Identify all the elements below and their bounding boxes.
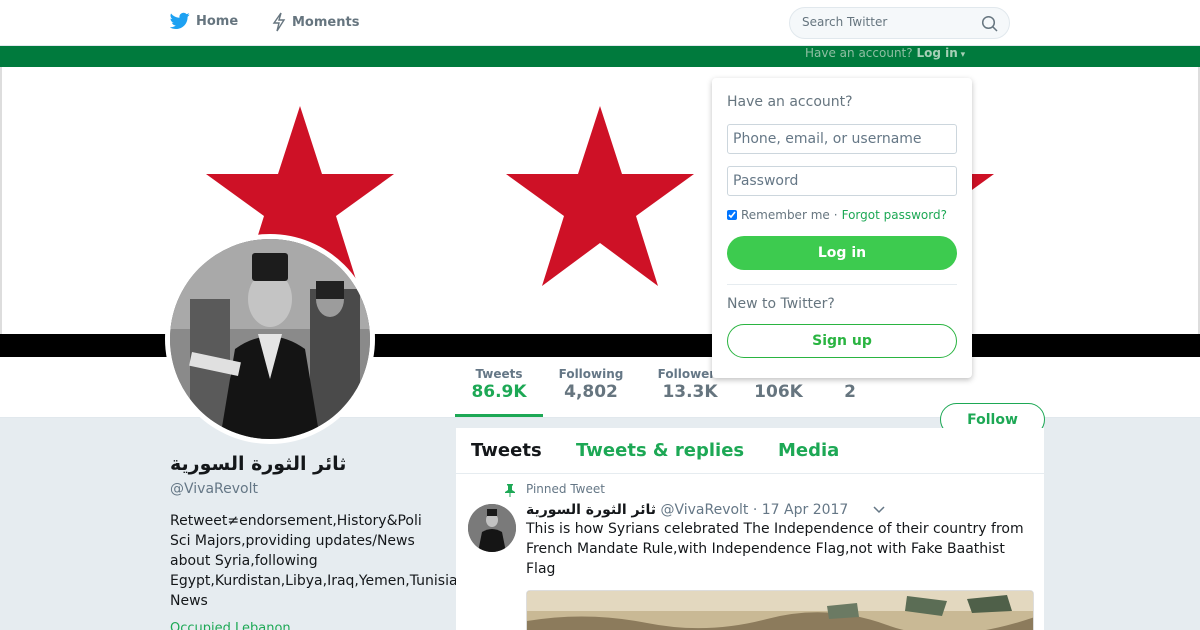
profile-handle: @VivaRevolt <box>170 481 258 497</box>
stat-value: 86.9K <box>471 382 527 402</box>
timeline-tabs: Tweets Tweets & replies Media <box>456 428 1044 474</box>
tweet-date[interactable]: · 17 Apr 2017 <box>753 502 848 518</box>
tweet-header: ثائر الثورة السورية @VivaRevolt · 17 Apr… <box>526 502 848 518</box>
tweet-avatar[interactable] <box>468 504 516 552</box>
remember-row: Remember me · Forgot password? <box>727 208 947 222</box>
profile-bio: Retweet≠endorsement,History&Poli Sci Maj… <box>170 513 545 609</box>
stat-value: 13.3K <box>662 382 718 402</box>
avatar-photo <box>170 239 370 439</box>
lightning-icon <box>272 12 286 32</box>
pin-icon <box>505 484 515 497</box>
new-to-twitter-label: New to Twitter? <box>727 296 835 312</box>
profile-name: ثائر الثورة السورية <box>170 453 347 475</box>
bird-icon <box>170 12 190 30</box>
search-icon[interactable] <box>981 15 999 33</box>
stat-value: 2 <box>844 382 856 402</box>
stat-value: 106K <box>754 382 803 402</box>
avatar-image <box>170 239 370 439</box>
login-title: Have an account? <box>727 94 853 110</box>
nav-home-label: Home <box>196 13 239 29</box>
pinned-label: Pinned Tweet <box>526 482 605 496</box>
nav-moments-label: Moments <box>292 14 360 30</box>
stat-label: Tweets <box>475 367 523 381</box>
separator: · <box>833 208 838 222</box>
signup-button[interactable]: Sign up <box>727 324 957 358</box>
nav-home[interactable]: Home <box>170 12 238 30</box>
top-nav: Home Moments <box>0 0 1200 46</box>
chevron-down-icon[interactable] <box>873 506 885 514</box>
tweet-author-name[interactable]: ثائر الثورة السورية <box>526 502 656 518</box>
profile-avatar[interactable] <box>165 234 375 444</box>
stat-tweets[interactable]: Tweets 86.9K <box>455 367 543 417</box>
login-button[interactable]: Log in <box>727 236 957 270</box>
nav-moments[interactable]: Moments <box>272 12 359 32</box>
tweet-media[interactable] <box>526 590 1034 630</box>
tweet-avatar-image <box>468 504 516 552</box>
tweet-author-handle[interactable]: @VivaRevolt <box>660 502 748 518</box>
divider <box>727 284 957 285</box>
remember-label: Remember me <box>741 208 830 222</box>
tweet-media-image <box>527 591 1033 630</box>
login-dropdown-toggle[interactable]: Log in <box>916 46 957 60</box>
flag-green-stripe <box>0 46 1200 67</box>
remember-checkbox[interactable] <box>727 210 737 220</box>
profile-location: Occupied Lebanon <box>170 621 291 630</box>
account-hint-text: Have an account? <box>805 46 913 60</box>
timeline: Tweets Tweets & replies Media Pinned Twe… <box>456 428 1044 630</box>
login-dropdown: Have an account? Remember me · Forgot pa… <box>712 78 972 378</box>
tab-tweets-replies[interactable]: Tweets & replies <box>576 440 744 461</box>
tweet-text: This is how Syrians celebrated The Indep… <box>526 521 1024 577</box>
stat-value: 4,802 <box>564 382 618 402</box>
search-box <box>789 7 1010 39</box>
tab-media[interactable]: Media <box>778 440 839 461</box>
account-hint: Have an account? Log in ▾ <box>805 46 965 60</box>
stat-following[interactable]: Following 4,802 <box>556 367 626 402</box>
tab-tweets[interactable]: Tweets <box>471 440 542 461</box>
caret-down-icon[interactable]: ▾ <box>958 50 966 60</box>
password-field[interactable] <box>727 166 957 196</box>
stat-label: Following <box>558 367 624 381</box>
username-field[interactable] <box>727 124 957 154</box>
search-input[interactable] <box>802 15 972 29</box>
forgot-password-link[interactable]: Forgot password? <box>842 208 947 222</box>
red-star-icon <box>506 106 694 286</box>
